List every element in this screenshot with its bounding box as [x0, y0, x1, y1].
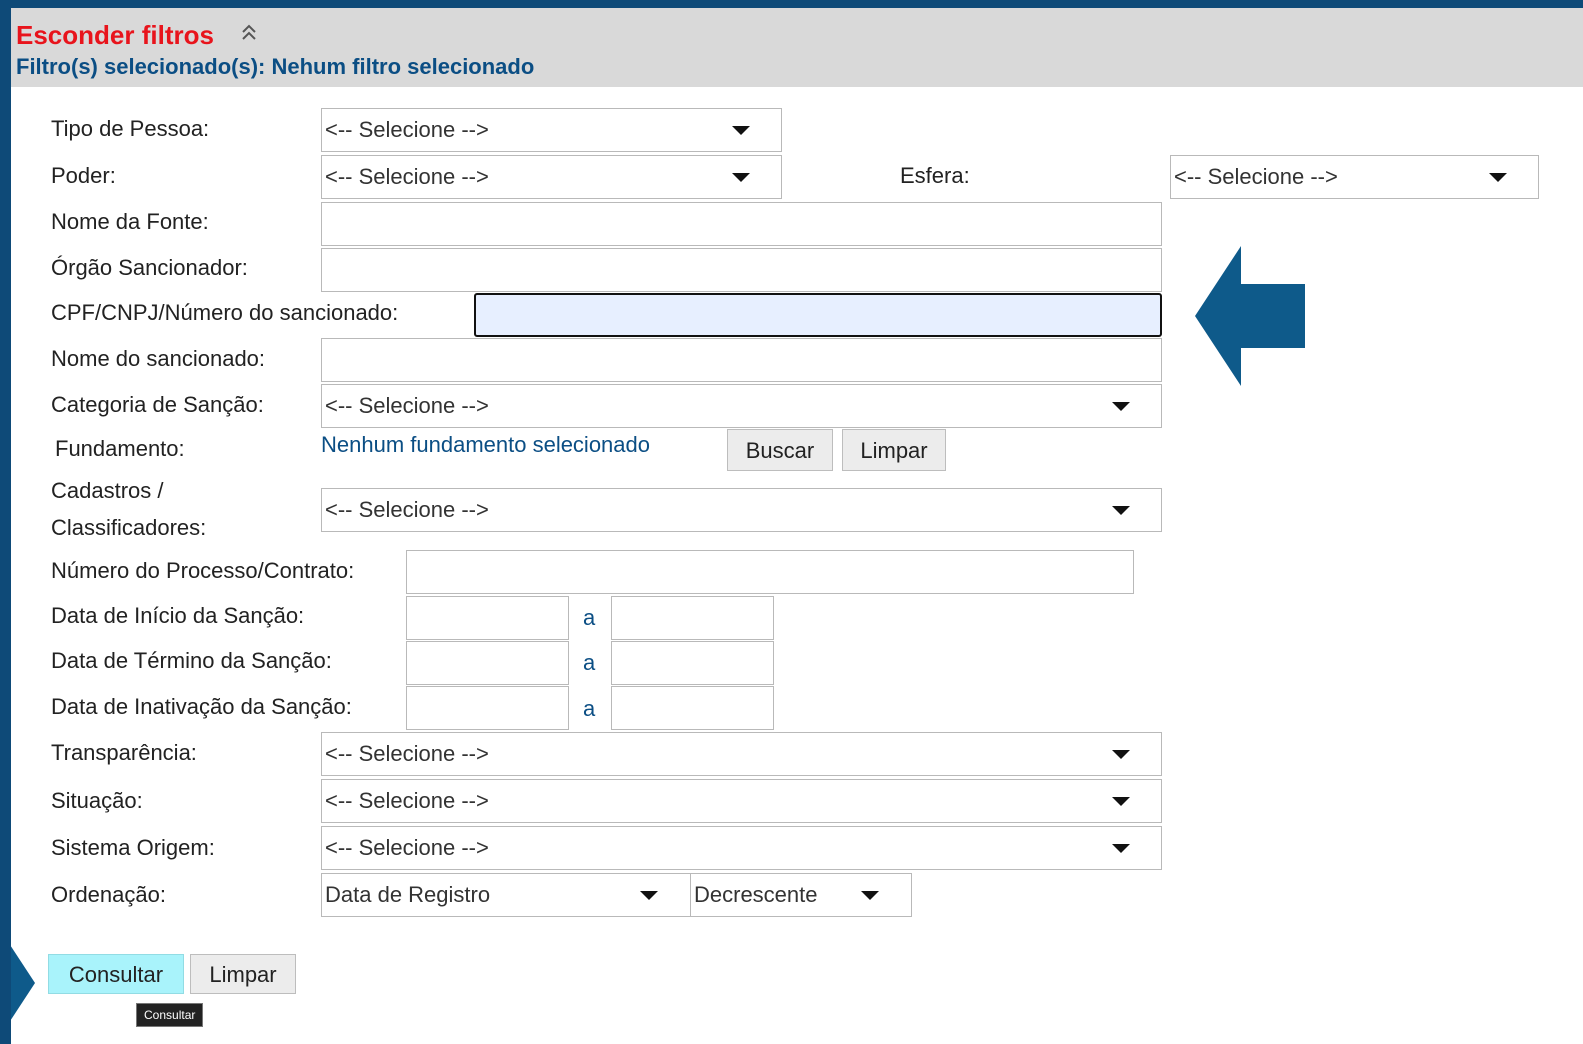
orgao-label: Órgão Sancionador:: [51, 255, 248, 280]
transparencia-select[interactable]: <-- Selecione -->: [321, 732, 1162, 776]
cadastros-label-line1: Cadastros /: [51, 478, 164, 503]
date-range-separator: a: [583, 650, 596, 675]
esfera-label: Esfera:: [900, 163, 970, 188]
orgao-input[interactable]: [321, 248, 1162, 292]
ordenacao-field-select[interactable]: Data de Registro: [321, 873, 691, 917]
arrow-left-icon: [1195, 246, 1305, 386]
hide-filters-link[interactable]: Esconder filtros: [16, 20, 214, 51]
chevron-down-icon: [640, 891, 658, 900]
chevron-down-icon: [1489, 173, 1507, 182]
fundamento-label: Fundamento:: [55, 436, 185, 461]
tipo-pessoa-value: <-- Selecione -->: [325, 117, 489, 142]
data-inativacao-to-input[interactable]: [611, 686, 774, 730]
data-inativacao-label: Data de Inativação da Sanção:: [51, 694, 352, 719]
nome-sancionado-label: Nome do sancionado:: [51, 346, 266, 371]
cadastros-select[interactable]: <-- Selecione -->: [321, 488, 1162, 532]
fundamento-search-button[interactable]: Buscar: [727, 429, 833, 471]
esfera-select[interactable]: <-- Selecione -->: [1170, 155, 1539, 199]
chevron-down-icon: [1112, 402, 1130, 411]
consultar-tooltip: Consultar: [136, 1003, 204, 1027]
fundamento-status: Nenhum fundamento selecionado: [321, 432, 651, 457]
poder-select[interactable]: <-- Selecione -->: [321, 155, 782, 199]
consultar-button[interactable]: Consultar: [48, 954, 184, 994]
esfera-value: <-- Selecione -->: [1174, 164, 1338, 189]
cadastros-label-line2: Classificadores:: [51, 515, 207, 540]
limpar-button[interactable]: Limpar: [190, 954, 296, 994]
cadastros-value: <-- Selecione -->: [325, 497, 489, 522]
filter-panel: Esconder filtros Filtro(s) selecionado(s…: [11, 8, 1583, 1044]
sistema-origem-label: Sistema Origem:: [51, 835, 215, 860]
double-chevron-up-icon[interactable]: [239, 22, 259, 44]
chevron-down-icon: [861, 891, 879, 900]
ordenacao-direction-value: Decrescente: [694, 882, 818, 907]
nome-fonte-label: Nome da Fonte:: [51, 209, 209, 234]
data-termino-from-input[interactable]: [406, 641, 569, 685]
date-range-separator: a: [583, 696, 596, 721]
transparencia-value: <-- Selecione -->: [325, 741, 489, 766]
chevron-down-icon: [1112, 750, 1130, 759]
arrow-right-icon: [11, 946, 35, 1020]
situacao-value: <-- Selecione -->: [325, 788, 489, 813]
cpf-label: CPF/CNPJ/Número do sancionado:: [51, 300, 399, 325]
nome-sancionado-input[interactable]: [321, 338, 1162, 382]
nome-fonte-input[interactable]: [321, 202, 1162, 246]
processo-label: Número do Processo/Contrato:: [51, 558, 355, 583]
chevron-down-icon: [1112, 797, 1130, 806]
poder-value: <-- Selecione -->: [325, 164, 489, 189]
sistema-origem-select[interactable]: <-- Selecione -->: [321, 826, 1162, 870]
transparencia-label: Transparência:: [51, 740, 197, 765]
chevron-down-icon: [1112, 844, 1130, 853]
date-range-separator: a: [583, 605, 596, 630]
data-inicio-to-input[interactable]: [611, 596, 774, 640]
ordenacao-label: Ordenação:: [51, 882, 166, 907]
ordenacao-direction-select[interactable]: Decrescente: [690, 873, 912, 917]
sistema-origem-value: <-- Selecione -->: [325, 835, 489, 860]
categoria-label: Categoria de Sanção:: [51, 392, 264, 417]
filter-header: Esconder filtros Filtro(s) selecionado(s…: [11, 8, 1583, 87]
data-termino-label: Data de Término da Sanção:: [51, 648, 332, 673]
categoria-select[interactable]: <-- Selecione -->: [321, 384, 1162, 428]
poder-label: Poder:: [51, 163, 116, 188]
situacao-label: Situação:: [51, 788, 143, 813]
chevron-down-icon: [1112, 506, 1130, 515]
data-termino-to-input[interactable]: [611, 641, 774, 685]
tipo-pessoa-label: Tipo de Pessoa:: [51, 116, 210, 141]
categoria-value: <-- Selecione -->: [325, 393, 489, 418]
data-inativacao-from-input[interactable]: [406, 686, 569, 730]
chevron-down-icon: [732, 126, 750, 135]
ordenacao-field-value: Data de Registro: [325, 882, 491, 907]
processo-input[interactable]: [406, 550, 1134, 594]
data-inicio-from-input[interactable]: [406, 596, 569, 640]
situacao-select[interactable]: <-- Selecione -->: [321, 779, 1162, 823]
chevron-down-icon: [732, 173, 750, 182]
tipo-pessoa-select[interactable]: <-- Selecione -->: [321, 108, 782, 152]
data-inicio-label: Data de Início da Sanção:: [51, 603, 305, 628]
selected-filters-summary: Filtro(s) selecionado(s): Nehum filtro s…: [16, 54, 535, 79]
fundamento-clear-button[interactable]: Limpar: [842, 429, 946, 471]
cpf-input[interactable]: [474, 293, 1162, 337]
